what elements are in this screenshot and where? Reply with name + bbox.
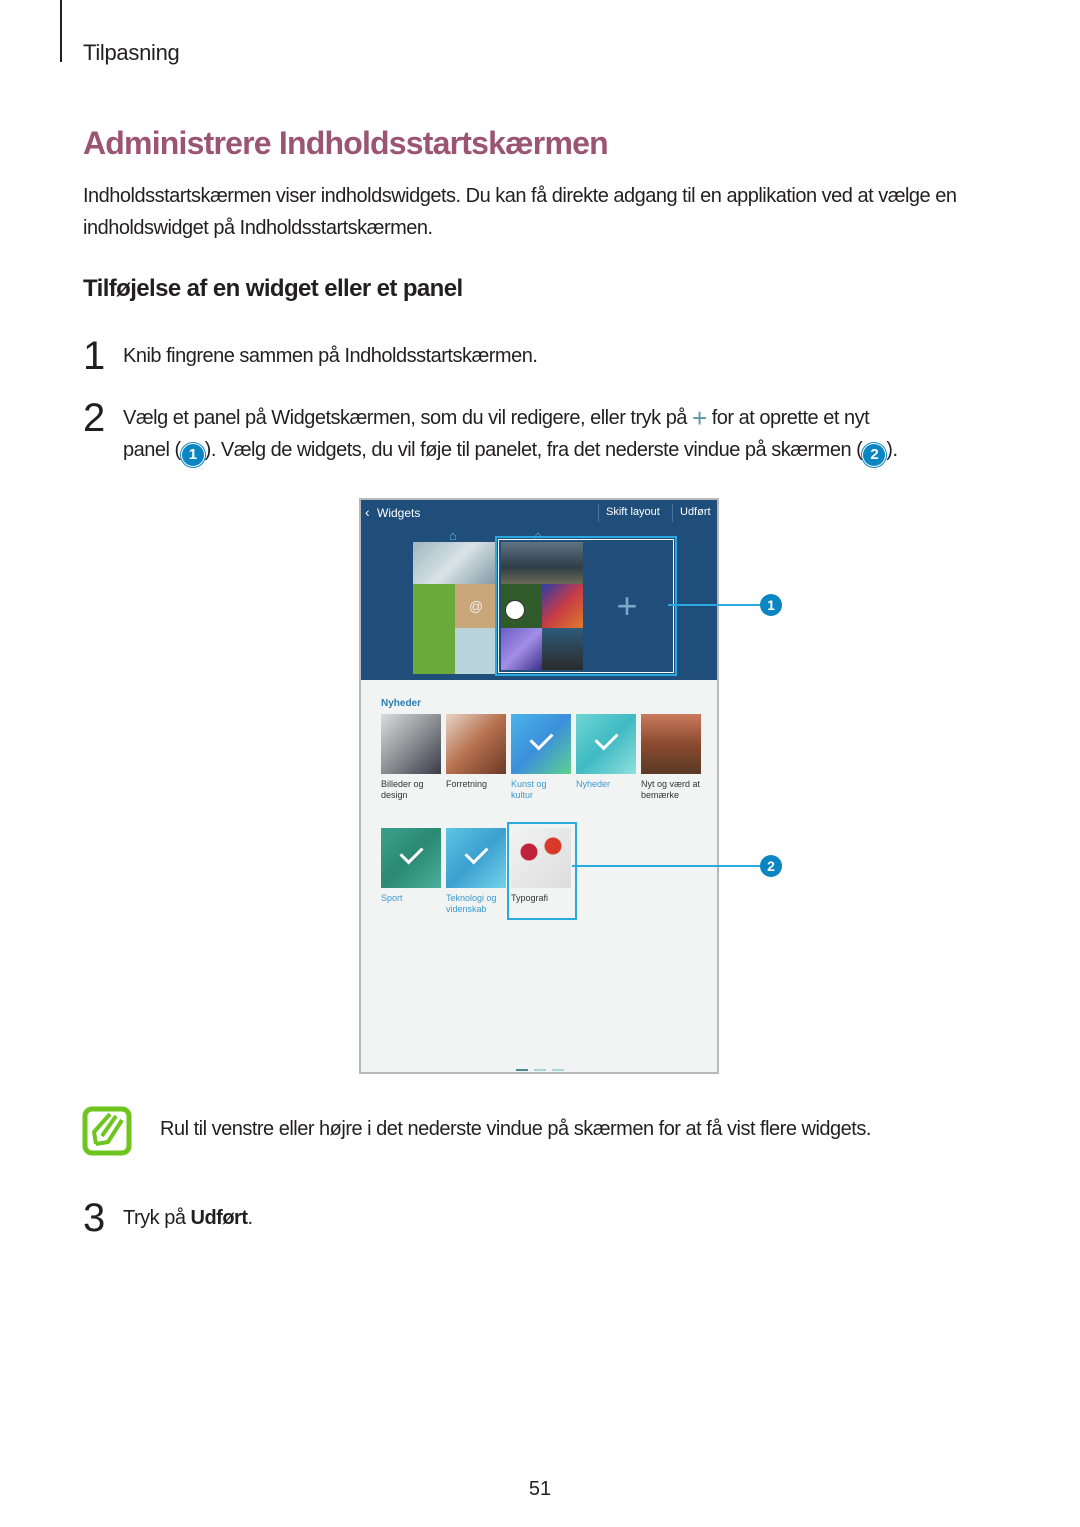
widgets-title: Widgets <box>377 506 421 520</box>
widget-tile[interactable]: Forretning <box>446 714 506 790</box>
panel-area: ⌂ ⌂ @ + <box>361 526 717 680</box>
tile-label: Billeder og design <box>381 779 424 800</box>
tile-label: Forretning <box>446 779 488 789</box>
tile-label: Kunst og kultur <box>511 779 547 800</box>
panel-existing[interactable]: @ <box>413 542 497 674</box>
step-text: Knib fingrene sammen på Indholdsstartskæ… <box>123 345 538 367</box>
widget-thumbnail <box>501 542 583 584</box>
tile-label: Sport <box>381 893 403 903</box>
tile-label: Nyt og værd at bemærke <box>641 779 701 800</box>
note-icon <box>82 1106 132 1156</box>
tile-label: Nyheder <box>576 779 611 789</box>
home-icon[interactable]: ⌂ <box>449 528 457 543</box>
page-dot <box>516 1069 528 1071</box>
plus-icon: + <box>692 403 707 433</box>
tile-label: Teknologi og videnskab <box>446 893 497 914</box>
tile-image <box>446 828 506 888</box>
widget-tile[interactable]: Billeder og design <box>381 714 441 801</box>
widgets-topbar: ‹ Widgets Skift layout Udført <box>361 500 717 526</box>
email-widget: @ <box>455 584 497 628</box>
tile-image <box>381 714 441 774</box>
divider <box>672 504 673 522</box>
widget-tile[interactable]: Nyheder <box>576 714 636 790</box>
back-icon[interactable]: ‹ <box>365 504 370 520</box>
at-icon: @ <box>468 598 484 614</box>
widget-thumbnail <box>501 628 542 670</box>
header-rule <box>60 0 62 62</box>
section-label: Tilpasning <box>83 40 180 65</box>
widget-thumbnail <box>501 584 542 628</box>
step-number: 3 <box>83 1196 106 1240</box>
callout-1-icon: 1 <box>180 443 205 467</box>
callout-2-icon: 2 <box>862 443 887 467</box>
intro-paragraph: Indholdsstartskærmen viser indholdswidge… <box>83 185 957 239</box>
page-indicator <box>516 1058 570 1076</box>
widget-thumbnail <box>455 628 497 674</box>
widget-thumbnail <box>413 542 497 584</box>
done-label: Udført <box>190 1207 248 1229</box>
callout-line-1 <box>668 604 762 606</box>
note-text: Rul til venstre eller højre i det neders… <box>160 1118 871 1140</box>
callout-2-icon: 2 <box>760 855 782 877</box>
widget-thumbnail <box>542 628 583 670</box>
callout-1-icon: 1 <box>760 594 782 616</box>
page-number: 51 <box>528 1478 552 1500</box>
page-title: Administrere Indholdsstartskærmen <box>83 125 609 161</box>
change-layout-button[interactable]: Skift layout <box>606 506 660 518</box>
tile-image <box>511 714 571 774</box>
widget-thumbnail <box>542 584 583 628</box>
widget-tile[interactable]: Sport <box>381 828 441 904</box>
tile-image <box>576 714 636 774</box>
category-title: Nyheder <box>381 698 422 709</box>
device-screenshot: ‹ Widgets Skift layout Udført ⌂ ⌂ @ + Ny… <box>359 498 719 1074</box>
callout-line-2 <box>572 865 762 867</box>
widget-tile[interactable]: Teknologi og videnskab <box>446 828 506 915</box>
step-text: Vælg et panel på Widgetskærmen, som du v… <box>123 402 1003 467</box>
done-button[interactable]: Udført <box>680 506 711 518</box>
page-dot <box>552 1069 564 1071</box>
calendar-widget <box>413 584 455 674</box>
selected-tile-highlight <box>507 822 577 920</box>
page-dot <box>534 1069 546 1071</box>
add-panel-button[interactable]: + <box>585 542 669 670</box>
panel-selected[interactable]: + <box>495 536 677 676</box>
tile-image <box>381 828 441 888</box>
step-text: Tryk på Udført. <box>123 1207 253 1229</box>
step-number: 2 <box>83 396 106 440</box>
divider <box>598 504 599 522</box>
tile-image <box>446 714 506 774</box>
step-number: 1 <box>83 334 106 378</box>
plus-icon: + <box>616 585 638 626</box>
widget-tile[interactable]: Kunst og kultur <box>511 714 571 801</box>
tile-image <box>641 714 701 774</box>
subheading: Tilføjelse af en widget eller et panel <box>83 275 463 302</box>
widget-tile[interactable]: Nyt og værd at bemærke <box>641 714 701 801</box>
